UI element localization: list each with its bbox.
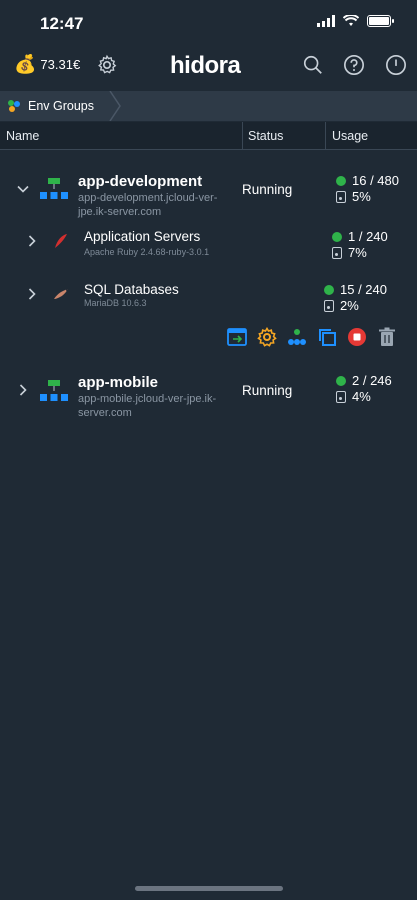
change-topology-button[interactable] bbox=[286, 326, 308, 348]
disk-usage: 5% bbox=[336, 189, 371, 204]
cloudlet-icon bbox=[324, 284, 334, 295]
settings-gear-icon[interactable] bbox=[96, 54, 118, 76]
environment-url[interactable]: app-mobile.jcloud-ver-jpe.ik- server.com bbox=[78, 392, 216, 420]
breadcrumb-label: Env Groups bbox=[28, 99, 95, 113]
help-icon[interactable] bbox=[343, 54, 365, 76]
clone-icon bbox=[319, 329, 336, 346]
cloudlets-usage: 1 / 240 bbox=[332, 229, 388, 244]
stop-button[interactable] bbox=[346, 326, 368, 348]
disk-value: 7% bbox=[348, 245, 367, 260]
app-header: 💰 73.31€ hidora bbox=[0, 46, 417, 90]
disk-icon bbox=[336, 190, 346, 203]
search-icon[interactable] bbox=[302, 54, 324, 76]
cloudlets-usage: 16 / 480 bbox=[336, 173, 399, 188]
trash-icon bbox=[379, 327, 395, 346]
node-row[interactable]: Application Servers Apache Ruby 2.4.68-r… bbox=[0, 226, 417, 266]
power-icon[interactable] bbox=[385, 54, 407, 76]
cloudlet-icon bbox=[332, 231, 342, 242]
disk-icon bbox=[332, 246, 342, 259]
breadcrumb-env-groups[interactable]: Env Groups bbox=[0, 91, 94, 121]
delete-button[interactable] bbox=[376, 326, 398, 348]
environment-actions bbox=[226, 326, 398, 348]
status-bar: 12:47 bbox=[0, 0, 417, 46]
balance[interactable]: 💰 73.31€ bbox=[14, 55, 80, 73]
cloudlet-icon bbox=[336, 175, 346, 186]
cloudlet-icon bbox=[336, 375, 346, 386]
disk-value: 5% bbox=[352, 189, 371, 204]
disk-usage: 7% bbox=[332, 245, 367, 260]
environment-url[interactable]: app-development.jcloud-ver- jpe.ik-serve… bbox=[78, 191, 217, 219]
environment-row[interactable]: app-development app-development.jcloud-v… bbox=[0, 168, 417, 228]
disk-usage: 2% bbox=[324, 298, 359, 313]
signal-icon bbox=[317, 15, 335, 27]
environment-url-line: app-development.jcloud-ver- bbox=[78, 192, 218, 204]
environment-url-line: server.com bbox=[78, 407, 132, 419]
breadcrumb-separator-icon bbox=[109, 91, 121, 121]
settings-icon bbox=[257, 327, 277, 347]
breadcrumb: Env Groups bbox=[0, 91, 417, 121]
chevron-right-icon[interactable] bbox=[25, 234, 39, 248]
open-in-browser-icon bbox=[227, 328, 247, 346]
wifi-icon bbox=[343, 15, 359, 26]
environment-topology-icon bbox=[40, 380, 68, 401]
stop-icon bbox=[348, 328, 366, 346]
cloudlets-value: 15 / 240 bbox=[340, 282, 387, 297]
node-name: Application Servers bbox=[84, 229, 201, 244]
cloudlets-value: 16 / 480 bbox=[352, 173, 399, 188]
chevron-down-icon[interactable] bbox=[16, 182, 30, 196]
environment-status: Running bbox=[242, 383, 293, 398]
column-divider bbox=[325, 122, 326, 150]
disk-usage: 4% bbox=[336, 389, 371, 404]
open-in-browser-button[interactable] bbox=[226, 326, 248, 348]
environment-name[interactable]: app-mobile bbox=[78, 374, 158, 391]
disk-value: 4% bbox=[352, 389, 371, 404]
disk-value: 2% bbox=[340, 298, 359, 313]
ruby-icon bbox=[55, 234, 67, 248]
clone-button[interactable] bbox=[316, 326, 338, 348]
cloudlets-usage: 2 / 246 bbox=[336, 373, 392, 388]
environment-topology-icon bbox=[40, 178, 68, 199]
column-divider bbox=[242, 122, 243, 150]
environment-url-line: jpe.ik-server.com bbox=[78, 206, 162, 218]
node-name: SQL Databases bbox=[84, 282, 179, 297]
environment-status: Running bbox=[242, 182, 293, 197]
status-icons bbox=[317, 15, 394, 27]
node-row[interactable]: SQL Databases MariaDB 10.6.3 15 / 240 2% bbox=[0, 279, 417, 319]
hidora-logo: hidora bbox=[170, 52, 241, 79]
environment-url-line: app-mobile.jcloud-ver-jpe.ik- bbox=[78, 393, 217, 405]
node-version: MariaDB 10.6.3 bbox=[84, 298, 147, 308]
mariadb-icon bbox=[54, 289, 68, 299]
disk-icon bbox=[336, 390, 346, 403]
node-version: Apache Ruby 2.4.68-ruby-3.0.1 bbox=[84, 247, 210, 257]
home-indicator[interactable] bbox=[135, 886, 283, 891]
cloudlets-value: 1 / 240 bbox=[348, 229, 388, 244]
battery-icon bbox=[367, 15, 394, 27]
cloudlets-usage: 15 / 240 bbox=[324, 282, 387, 297]
disk-icon bbox=[324, 299, 334, 312]
column-name[interactable]: Name bbox=[6, 122, 39, 150]
topology-icon bbox=[288, 329, 306, 345]
chevron-right-icon[interactable] bbox=[25, 287, 39, 301]
environment-name[interactable]: app-development bbox=[78, 173, 202, 190]
settings-button[interactable] bbox=[256, 326, 278, 348]
column-usage[interactable]: Usage bbox=[332, 122, 368, 150]
cloudlets-value: 2 / 246 bbox=[352, 373, 392, 388]
money-bag-icon: 💰 bbox=[14, 54, 37, 74]
clock: 12:47 bbox=[40, 14, 84, 33]
column-status[interactable]: Status bbox=[248, 122, 283, 150]
balance-amount: 73.31€ bbox=[40, 56, 81, 72]
chevron-right-icon[interactable] bbox=[16, 383, 30, 397]
environment-row[interactable]: app-mobile app-mobile.jcloud-ver-jpe.ik-… bbox=[0, 370, 417, 430]
env-groups-icon bbox=[8, 100, 20, 112]
table-header: Name Status Usage bbox=[0, 122, 417, 150]
